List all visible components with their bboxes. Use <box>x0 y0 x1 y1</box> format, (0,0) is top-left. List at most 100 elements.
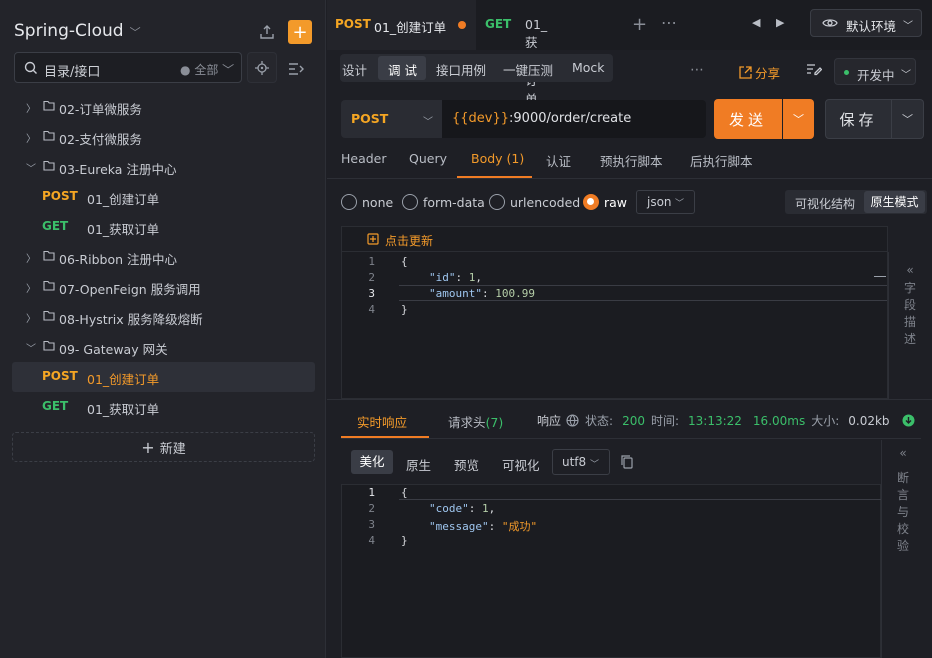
tree-folder[interactable]: ﹀ 09- Gateway 网关 <box>12 332 315 362</box>
status-select[interactable]: 开发中 ﹀ <box>834 58 916 85</box>
radio-urlencoded[interactable] <box>489 194 505 210</box>
tab-load-test[interactable]: 一键压测 <box>503 60 553 79</box>
tab-prev-icon[interactable]: ◀ <box>752 16 760 29</box>
status-dot-icon <box>844 70 849 75</box>
chevron-right-icon[interactable]: 〉 <box>26 130 36 145</box>
save-dropdown-icon[interactable]: ﹀ <box>892 99 924 139</box>
folder-icon <box>43 340 55 354</box>
tab-mock[interactable]: Mock <box>572 60 605 75</box>
chevron-right-icon[interactable]: 〉 <box>26 280 36 295</box>
url-input[interactable]: {{dev}}:9000/order/create <box>442 100 706 138</box>
add-tab-icon[interactable]: + <box>632 14 647 35</box>
chevron-down-icon: ﹀ <box>590 460 600 470</box>
more-icon[interactable]: ⋯ <box>661 13 677 32</box>
format-pretty-button[interactable]: 美化 <box>351 450 393 474</box>
mode-tabs: 设计 调 试 接口用例 一键压测 Mock <box>340 54 613 82</box>
chevron-down-icon[interactable]: ﹀ <box>26 340 36 355</box>
encoding-select[interactable]: utf8 ﹀ <box>552 449 610 475</box>
tab-request-headers[interactable]: 请求头(7) <box>448 412 503 431</box>
status-code: 200 <box>622 413 645 428</box>
tab-design[interactable]: 设计 <box>342 60 367 79</box>
code-line: "amount": 100.99 <box>429 287 535 300</box>
tab-post-script[interactable]: 后执行脚本 <box>690 151 753 170</box>
radio-form-data[interactable] <box>402 194 418 210</box>
new-button[interactable]: + 新建 <box>12 432 315 462</box>
field-description-panel[interactable]: « 字段描述 <box>888 252 932 399</box>
tree-api-item[interactable]: GET 01_获取订单 <box>12 392 315 422</box>
environment-select[interactable]: 默认环境 ﹀ <box>810 9 922 37</box>
tab-body[interactable]: Body (1) <box>471 151 524 166</box>
save-button[interactable]: 保存 <box>825 99 892 139</box>
format-raw-button[interactable]: 原生 <box>406 455 431 474</box>
tab-next-icon[interactable]: ▶ <box>776 16 784 29</box>
locate-icon[interactable] <box>247 52 277 83</box>
divider <box>327 178 932 179</box>
import-icon[interactable] <box>254 19 280 45</box>
download-icon[interactable] <box>902 414 915 427</box>
refresh-button[interactable]: 点击更新 <box>385 232 433 249</box>
collapse-all-icon[interactable] <box>284 56 310 82</box>
line-number: 2 <box>368 502 375 515</box>
chevron-right-icon[interactable]: 〉 <box>26 250 36 265</box>
tree-api-item[interactable]: GET 01_获取订单 <box>12 212 315 242</box>
tree-folder[interactable]: 〉 08-Hystrix 服务降级熔断 <box>12 302 315 332</box>
tree-folder-label: 06-Ribbon 注册中心 <box>59 252 177 267</box>
tree-api-item[interactable]: POST 01_创建订单 <box>12 362 315 392</box>
radio-none[interactable] <box>341 194 357 210</box>
api-method: POST <box>42 189 78 203</box>
tab-auth[interactable]: 认证 <box>546 151 571 170</box>
chevron-down-icon: ﹀ <box>129 26 141 39</box>
tab-header[interactable]: Header <box>341 151 387 166</box>
method-select[interactable]: POST ﹀ <box>341 100 442 138</box>
search-scope-select[interactable]: ● 全部 ﹀ <box>180 61 234 78</box>
more-icon[interactable]: ⋯ <box>690 62 704 78</box>
eye-icon <box>822 19 838 27</box>
search-input[interactable]: 目录/接口 ● 全部 ﹀ <box>14 52 242 83</box>
format-preview-button[interactable]: 预览 <box>454 455 479 474</box>
tab-create-order[interactable]: POST 01_创建订单 <box>327 0 476 50</box>
share-button[interactable]: 分享 <box>739 63 780 82</box>
api-label: 01_创建订单 <box>87 192 160 207</box>
tab-query[interactable]: Query <box>409 151 447 166</box>
assertion-label: 断言与校验 <box>896 471 909 553</box>
tab-test-cases[interactable]: 接口用例 <box>436 60 486 79</box>
code-line: "id": 1, <box>429 271 482 284</box>
edit-icon[interactable] <box>806 62 823 79</box>
code-line: "message": "成功" <box>429 520 538 533</box>
view-visual-button[interactable]: 可视化结构 <box>795 195 855 212</box>
expand-icon[interactable]: « <box>896 445 910 462</box>
tree-folder[interactable]: 〉 02-订单微服务 <box>12 92 315 122</box>
tree-folder[interactable]: ﹀ 03-Eureka 注册中心 <box>12 152 315 182</box>
tab-realtime-response[interactable]: 实时响应 <box>357 412 407 431</box>
code-line: { <box>401 486 408 499</box>
url-path: :9000/order/create <box>509 111 632 126</box>
project-title[interactable]: Spring-Cloud ﹀ <box>14 21 141 41</box>
tree-folder[interactable]: 〉 06-Ribbon 注册中心 <box>12 242 315 272</box>
chevron-down-icon[interactable]: ﹀ <box>26 160 36 175</box>
share-icon <box>739 66 752 79</box>
view-raw-button[interactable]: 原生模式 <box>864 191 925 213</box>
line-number: 2 <box>368 271 375 284</box>
add-button[interactable]: + <box>288 20 312 44</box>
assertion-panel[interactable]: « 断言与校验 <box>881 440 925 658</box>
tree-folder-label: 02-订单微服务 <box>59 102 142 117</box>
radio-raw[interactable] <box>583 194 599 210</box>
chevron-right-icon[interactable]: 〉 <box>26 100 36 115</box>
send-dropdown-icon[interactable]: ﹀ <box>783 99 814 139</box>
format-visual-button[interactable]: 可视化 <box>502 455 540 474</box>
send-button[interactable]: 发送 <box>714 99 782 139</box>
tab-debug[interactable]: 调 试 <box>388 60 417 79</box>
tree-api-item[interactable]: POST 01_创建订单 <box>12 182 315 212</box>
expand-icon[interactable]: « <box>903 262 917 279</box>
copy-icon[interactable] <box>621 455 634 472</box>
view-mode-toggle: 可视化结构 原生模式 <box>785 190 927 214</box>
chevron-down-icon: ﹀ <box>423 117 433 128</box>
tree-folder-label: 08-Hystrix 服务降级熔断 <box>59 312 203 327</box>
chevron-right-icon[interactable]: 〉 <box>26 310 36 325</box>
tab-pre-script[interactable]: 预执行脚本 <box>600 151 663 170</box>
response-body-viewer[interactable] <box>341 484 881 658</box>
tree-folder[interactable]: 〉 02-支付微服务 <box>12 122 315 152</box>
line-number: 4 <box>368 303 375 316</box>
body-format-select[interactable]: json ﹀ <box>636 190 695 214</box>
tree-folder[interactable]: 〉 07-OpenFeign 服务调用 <box>12 272 315 302</box>
